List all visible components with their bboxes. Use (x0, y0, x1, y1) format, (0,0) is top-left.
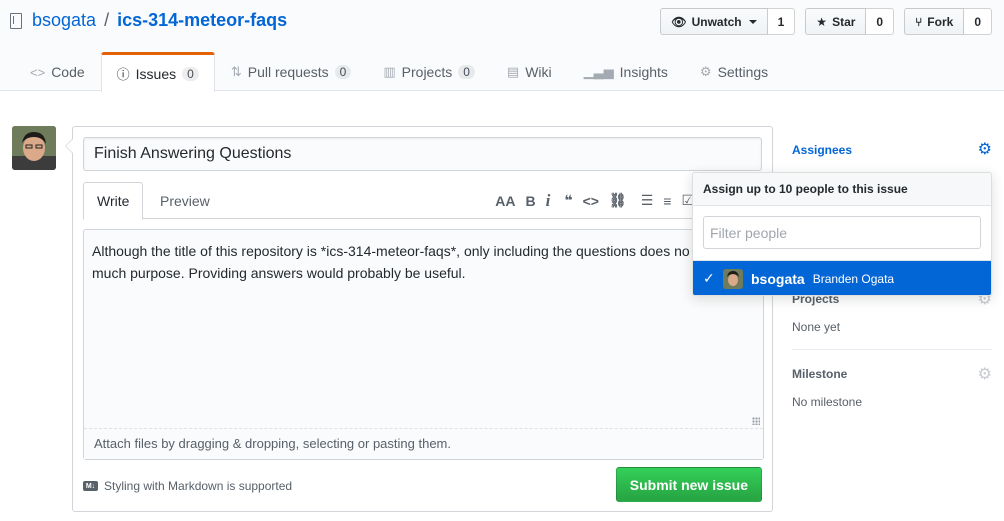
tab-issues-label: Issues (135, 65, 177, 82)
submit-issue-button[interactable]: Submit new issue (615, 467, 762, 502)
tab-pull-requests-label: Pull requests (247, 64, 329, 80)
tab-insights-label: Insights (619, 64, 668, 80)
tab-code-label: Code (51, 64, 85, 80)
star-count[interactable]: 0 (866, 8, 895, 35)
issues-counter: 0 (182, 66, 199, 81)
avatar[interactable] (12, 126, 56, 170)
tab-code[interactable]: <> Code (14, 52, 101, 91)
repo-nav: <> Code ⓘ Issues 0 ⇅ Pull requests 0 ▥ P… (14, 52, 784, 92)
eye-icon: 👁 (671, 14, 687, 29)
avatar (723, 268, 743, 289)
repo-actions: 👁 Unwatch 1 ★ Star 0 ⑂ Fork 0 (660, 8, 992, 35)
markdown-hint-label: Styling with Markdown is supported (104, 479, 293, 493)
tab-settings-label: Settings (717, 64, 769, 80)
fork-icon: ⑂ (915, 14, 923, 29)
tab-wiki-label: Wiki (525, 64, 552, 80)
caret-down-icon (748, 19, 757, 24)
milestone-value: No milestone (792, 395, 863, 409)
tab-insights[interactable]: ▁▃▅ Insights (568, 52, 684, 91)
sidebar-projects: Projects ⚙ None yet (792, 292, 992, 350)
issue-opened-icon: ⓘ (116, 67, 130, 82)
tab-pull-requests[interactable]: ⇅ Pull requests 0 (215, 52, 368, 91)
sidebar-milestone: Milestone ⚙ No milestone (792, 367, 992, 417)
fork-count[interactable]: 0 (964, 8, 992, 35)
assignee-full-name: Branden Ogata (812, 271, 895, 286)
italic-icon[interactable]: i (546, 191, 551, 211)
tab-issues[interactable]: ⓘ Issues 0 (100, 52, 215, 92)
book-icon: ▤ (506, 64, 520, 79)
issue-body-textarea[interactable]: Although the title of this repository is… (84, 230, 763, 428)
star-icon: ★ (816, 14, 828, 29)
link-icon[interactable]: ⛓ (609, 192, 627, 209)
fork-group: ⑂ Fork 0 (904, 8, 992, 35)
quote-icon[interactable]: ❝ (564, 192, 572, 209)
assignee-option[interactable]: ✓ bsogata Branden Ogata (693, 261, 991, 295)
editor-tabs: Write Preview AA B i ❝ <> ⛓ ☰ ≡ ☑ (83, 182, 764, 220)
fork-button[interactable]: ⑂ Fork (904, 8, 965, 35)
git-pull-request-icon: ⇅ (230, 64, 242, 79)
milestone-gear-icon[interactable]: ⚙ (978, 367, 992, 383)
star-label: Star (832, 14, 856, 29)
repo-icon (10, 12, 22, 29)
pulls-counter: 0 (334, 65, 352, 79)
projects-counter: 0 (458, 65, 475, 79)
tab-settings[interactable]: ⚙ Settings (684, 52, 784, 91)
issue-body-line: Although the title of this repository is… (92, 243, 690, 259)
markdown-hint[interactable]: M↓ Styling with Markdown is supported (83, 479, 292, 493)
repo-name-link[interactable]: ics-314-meteor-faqs (117, 10, 287, 31)
graph-icon: ▁▃▅ (583, 64, 614, 79)
tab-projects-label: Projects (401, 64, 453, 80)
tab-projects[interactable]: ▥ Projects 0 (367, 52, 491, 91)
assignee-login: bsogata (751, 270, 805, 287)
check-icon: ✓ (703, 270, 715, 286)
attach-files-hint[interactable]: Attach files by dragging & dropping, sel… (84, 428, 763, 459)
tab-preview[interactable]: Preview (147, 182, 223, 219)
fork-label: Fork (927, 14, 954, 29)
assignees-gear-icon[interactable]: ⚙ (978, 142, 992, 158)
resize-handle-icon[interactable] (752, 417, 760, 425)
unwatch-button[interactable]: 👁 Unwatch (660, 8, 768, 35)
bold-icon[interactable]: B (525, 193, 535, 209)
tab-wiki[interactable]: ▤ Wiki (491, 52, 568, 91)
projects-value: None yet (792, 320, 841, 334)
issue-body-line: much purpose. Providing answers would pr… (92, 265, 466, 281)
gear-icon: ⚙ (699, 64, 712, 79)
issue-body-editor[interactable]: Although the title of this repository is… (83, 229, 764, 460)
issue-title-input[interactable] (83, 137, 762, 171)
assignees-filter (693, 206, 991, 261)
star-group: ★ Star 0 (805, 8, 895, 35)
filter-people-input[interactable] (703, 216, 981, 249)
markdown-icon: M↓ (83, 481, 98, 491)
repo-separator: / (104, 10, 110, 30)
watch-count[interactable]: 1 (767, 8, 796, 35)
assignees-dropdown-header: Assign up to 10 people to this issue (693, 173, 991, 206)
repo-header: bsogata / ics-314-meteor-faqs 👁 Unwatch … (0, 0, 1004, 92)
assignees-heading[interactable]: Assignees (792, 143, 852, 157)
unwatch-label: Unwatch (691, 14, 742, 29)
tab-write[interactable]: Write (83, 182, 144, 220)
header-icon[interactable]: AA (495, 193, 515, 209)
star-button[interactable]: ★ Star (805, 8, 867, 35)
new-issue-form: Write Preview AA B i ❝ <> ⛓ ☰ ≡ ☑ Althou… (65, 126, 773, 512)
code-icon: <> (30, 64, 46, 80)
list-unordered-icon[interactable]: ☰ (641, 192, 654, 209)
milestone-heading[interactable]: Milestone (792, 367, 992, 381)
assignees-dropdown: Assign up to 10 people to this issue ✓ b… (692, 172, 992, 296)
watch-group: 👁 Unwatch 1 (660, 8, 796, 35)
code-icon[interactable]: <> (583, 193, 599, 209)
repo-title: bsogata / ics-314-meteor-faqs (10, 10, 287, 31)
project-icon: ▥ (383, 64, 396, 79)
list-ordered-icon[interactable]: ≡ (663, 193, 671, 209)
repo-owner-link[interactable]: bsogata (32, 10, 96, 31)
